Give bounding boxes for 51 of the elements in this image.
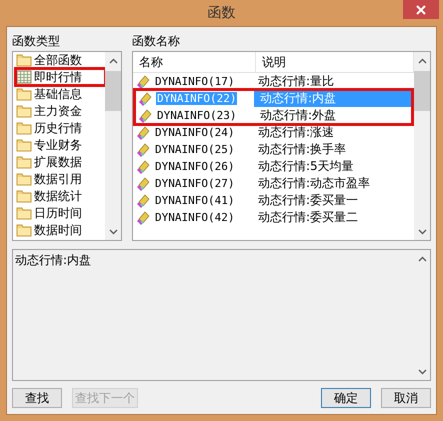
function-row[interactable]: DYNAINFO(42) 动态行情:委买量二 xyxy=(133,209,414,226)
function-row[interactable]: DYNAINFO(17) 动态行情:量比 xyxy=(133,73,414,90)
category-item[interactable]: 主力资金 xyxy=(16,103,105,119)
category-item[interactable]: 历史行情 xyxy=(16,120,105,136)
function-icon xyxy=(136,74,152,90)
section-label: 函数名称 xyxy=(132,33,181,49)
category-item[interactable]: 即时行情 xyxy=(16,69,105,85)
category-item[interactable]: 日历时间 xyxy=(16,205,105,221)
function-icon xyxy=(138,90,154,106)
function-row[interactable]: DYNAINFO(25) 动态行情:换手率 xyxy=(133,141,414,158)
function-row[interactable]: DYNAINFO(23) 动态行情:外盘 xyxy=(135,107,412,124)
folder-icon xyxy=(16,172,32,186)
folder-icon xyxy=(16,189,32,203)
folder-icon xyxy=(16,53,32,67)
close-icon[interactable] xyxy=(416,4,426,14)
function-icon xyxy=(136,124,152,140)
function-row[interactable]: DYNAINFO(41) 动态行情:委买量一 xyxy=(133,192,414,209)
description-text: 动态行情:内盘 xyxy=(14,252,92,269)
category-item[interactable]: 全部函数 xyxy=(16,52,105,68)
function-icon xyxy=(136,176,152,192)
folder-icon xyxy=(16,223,32,237)
close-button[interactable] xyxy=(403,0,439,19)
window-title: 函数 xyxy=(208,4,236,22)
category-item[interactable]: 数据引用 xyxy=(16,171,105,187)
folder-icon xyxy=(16,87,32,101)
category-item[interactable]: 专业财务 xyxy=(16,137,105,153)
category-item[interactable]: 数据统计 xyxy=(16,188,105,204)
function-row[interactable]: DYNAINFO(26) 动态行情:5天均量 xyxy=(133,158,414,175)
column-header[interactable]: 名称 xyxy=(133,52,256,72)
folder-icon xyxy=(16,104,32,118)
function-icon xyxy=(136,192,152,208)
folder-icon xyxy=(16,206,32,220)
section-label: 函数类型 xyxy=(12,33,61,49)
function-icon xyxy=(136,158,152,174)
ok-button[interactable]: 确定 xyxy=(321,388,371,408)
cancel-button[interactable]: 取消 xyxy=(381,388,431,408)
category-item[interactable]: 基础信息 xyxy=(16,86,105,102)
folder-icon xyxy=(16,155,32,169)
function-row[interactable]: DYNAINFO(27) 动态行情:动态市盈率 xyxy=(133,175,414,192)
function-icon xyxy=(136,210,152,226)
function-row[interactable]: DYNAINFO(24) 动态行情:涨速 xyxy=(133,124,414,141)
category-item[interactable]: 扩展数据 xyxy=(16,154,105,170)
category-item[interactable]: 数据时间 xyxy=(16,222,105,238)
grid-icon xyxy=(16,70,32,84)
function-icon xyxy=(138,108,154,124)
scroll-thumb[interactable] xyxy=(414,71,430,111)
folder-icon xyxy=(16,138,32,152)
function-icon xyxy=(136,142,152,158)
scroll-thumb[interactable] xyxy=(105,71,121,111)
folder-icon xyxy=(16,121,32,135)
find-button[interactable]: 查找 xyxy=(12,388,62,408)
